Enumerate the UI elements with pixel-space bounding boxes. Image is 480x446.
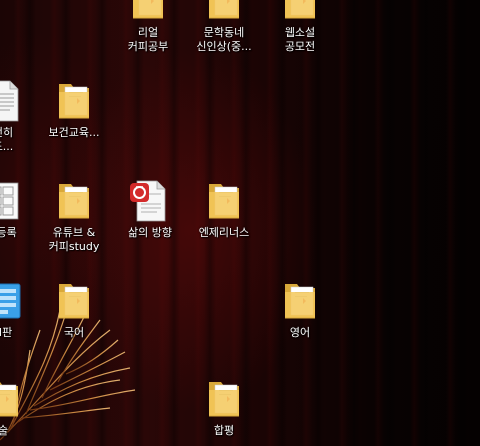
folder-icon — [277, 0, 323, 24]
spreadsheet-icon — [0, 178, 26, 224]
desktop-icon-youtube-coffee[interactable]: 유튜브 & 커피study — [33, 178, 115, 254]
folder-icon — [277, 278, 323, 324]
desktop-background: 리얼 커피공부 문학동네 신인상(중... 웹소설 공모전 번히 도... 보건… — [0, 0, 480, 446]
desktop-icon-label: 보건교육... — [48, 126, 100, 139]
desktop-icon-label: 리얼 커피공부 — [127, 26, 169, 53]
desktop-icon-ncs[interactable]: 엔제리너스 — [183, 178, 265, 240]
desktop-icon-hapyeong[interactable]: 합평 — [183, 376, 265, 438]
desktop-icon-munhak[interactable]: 문학동네 신인상(중... — [183, 0, 265, 54]
desktop-icon-real-coffee[interactable]: 리얼 커피공부 — [107, 0, 189, 54]
desktop-icon-label: 영어 — [289, 326, 311, 339]
desktop-icon-label: 문학동네 신인상(중... — [196, 26, 252, 53]
app-icon — [0, 278, 26, 324]
desktop-icon-english[interactable]: 영어 — [259, 278, 341, 340]
folder-icon — [51, 78, 97, 124]
desktop-icon-label: 유튜브 & 커피study — [48, 226, 100, 253]
folder-icon — [0, 376, 26, 422]
folder-icon — [125, 0, 171, 24]
desktop-icon-life-direction[interactable]: 삶의 방향 — [109, 178, 191, 240]
desktop-icon-label: 합평 — [213, 424, 235, 437]
hwp-document-icon — [127, 178, 173, 224]
desktop-icon-health-edu[interactable]: 보건교육... — [33, 78, 115, 140]
document-icon — [0, 78, 26, 124]
folder-icon — [51, 178, 97, 224]
desktop-icon-korean[interactable]: 국어 — [33, 278, 115, 340]
desktop-icon-label: 삶의 방향 — [128, 226, 172, 239]
folder-icon — [51, 278, 97, 324]
desktop-icon-label: 엔제리너스 — [198, 226, 250, 239]
desktop-icon-label: 술 — [0, 424, 9, 437]
folder-icon — [201, 178, 247, 224]
desktop-icon-left4[interactable]: 술 — [0, 376, 44, 438]
desktop-icon-label: 웹소설 공모전 — [284, 26, 316, 53]
desktop-icon-websoseol[interactable]: 웹소설 공모전 — [259, 0, 341, 54]
desktop-icon-label: 국어 — [63, 326, 85, 339]
folder-icon — [201, 0, 247, 24]
folder-icon — [201, 376, 247, 422]
